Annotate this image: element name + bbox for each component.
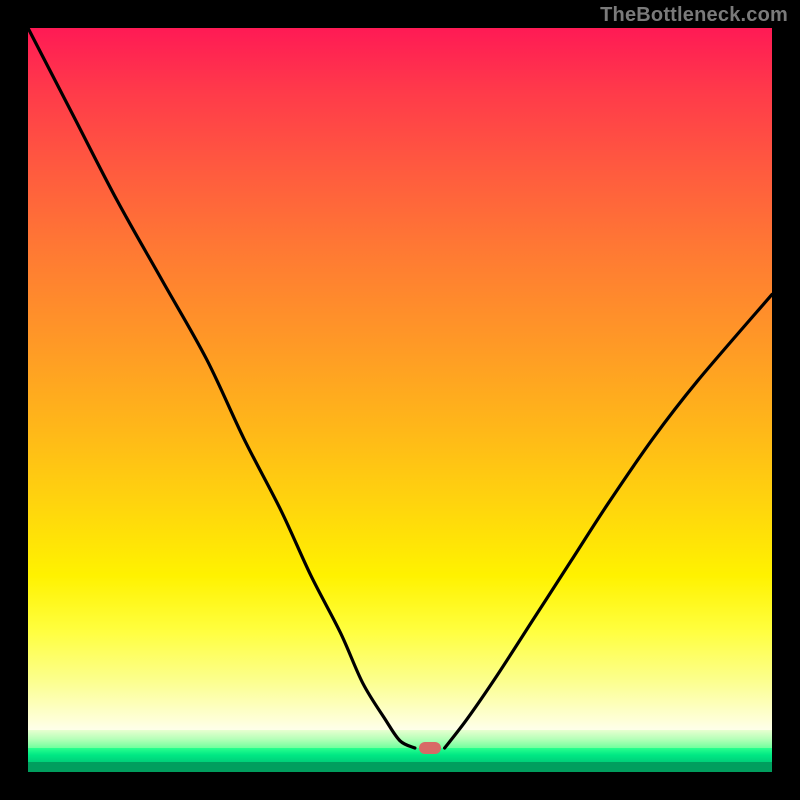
curve-left (28, 28, 415, 748)
optimal-marker (419, 742, 441, 754)
curve-right (445, 294, 772, 748)
plot-area (28, 28, 772, 772)
watermark-text: TheBottleneck.com (600, 4, 788, 27)
bottleneck-curve (28, 28, 772, 772)
chart-frame: TheBottleneck.com (0, 0, 800, 800)
